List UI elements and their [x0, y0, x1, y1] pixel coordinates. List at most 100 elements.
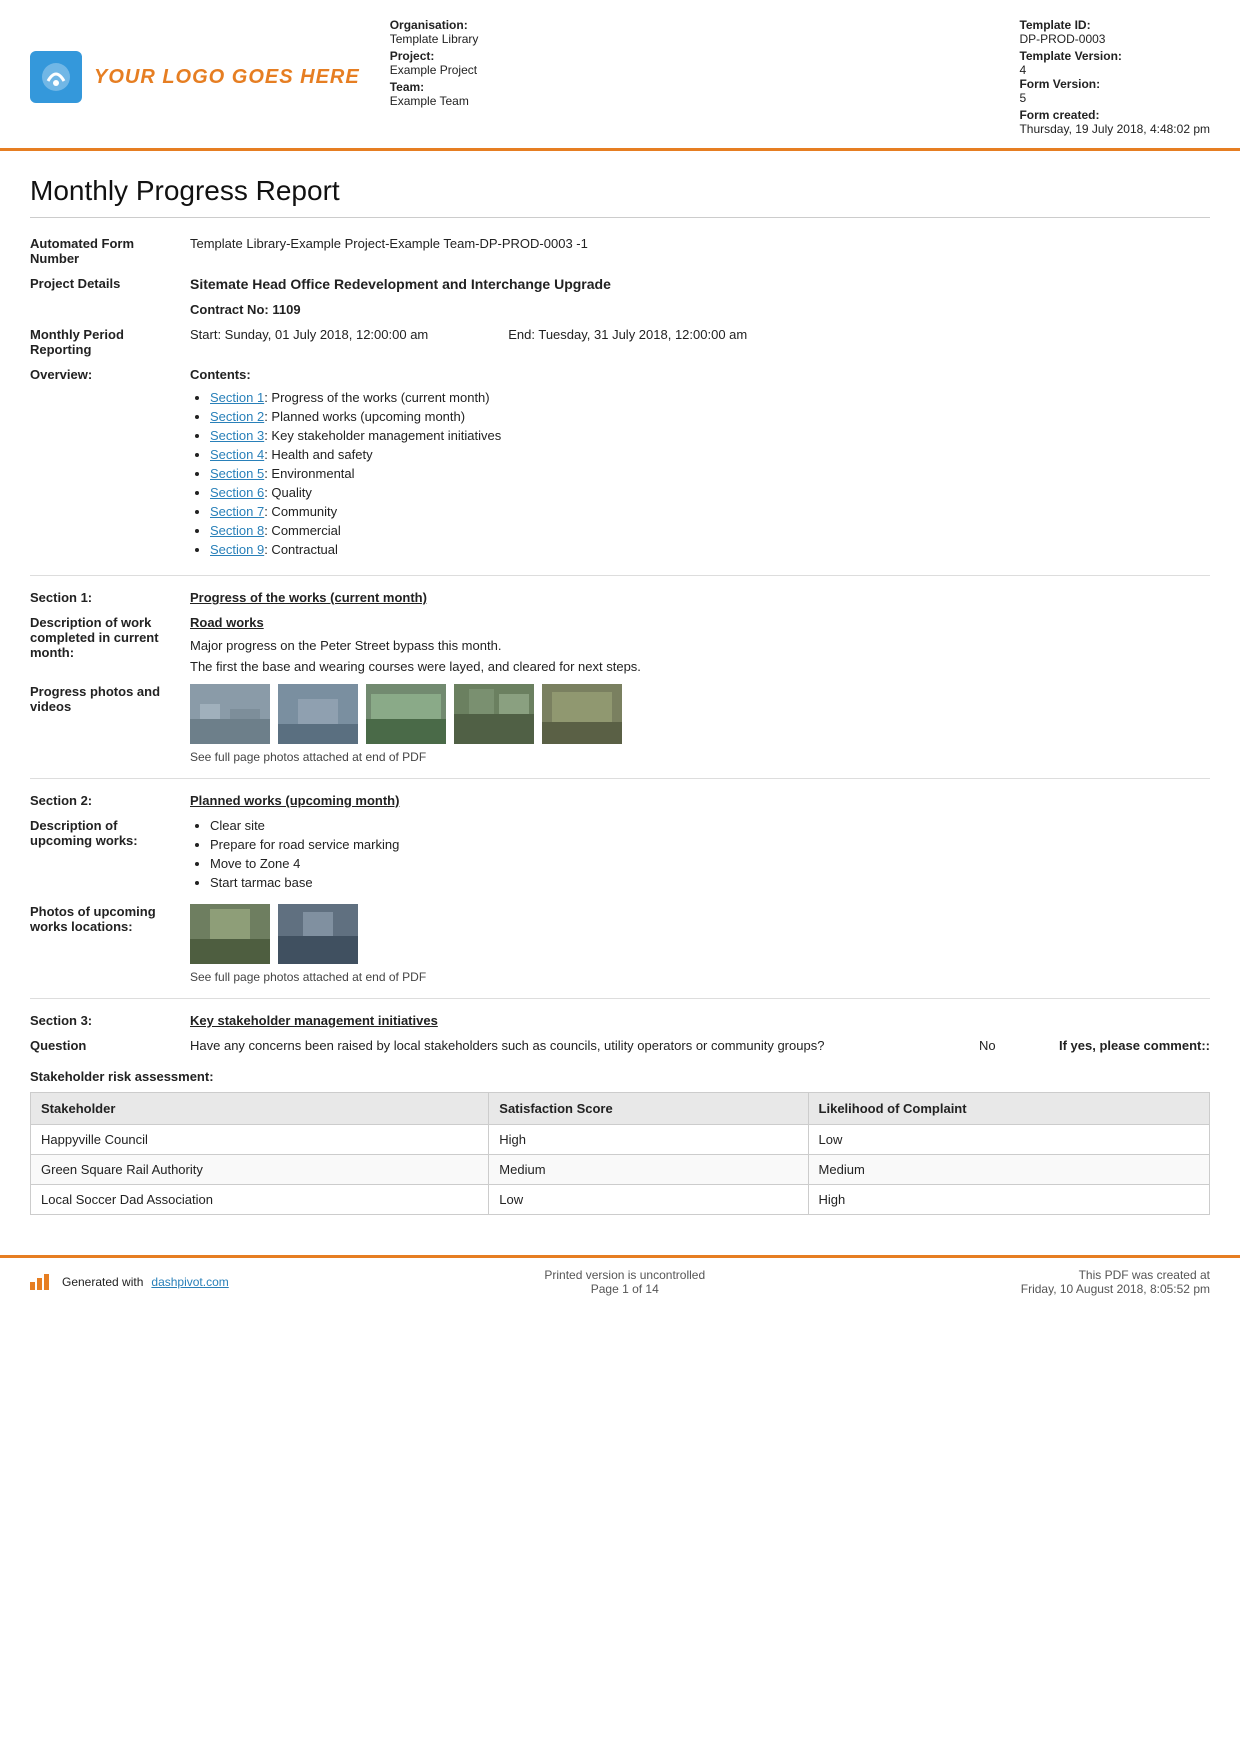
- upcoming-photos-row: [190, 904, 1210, 964]
- footer-pdf-info: This PDF was created at: [1021, 1268, 1210, 1282]
- footer-print-notice: Printed version is uncontrolled: [544, 1268, 705, 1282]
- upcoming-row: Description of upcoming works: Clear sit…: [30, 818, 1210, 894]
- list-item: Section 3: Key stakeholder management in…: [210, 428, 1210, 443]
- logo-text: YOUR LOGO GOES HERE: [94, 66, 360, 89]
- list-item: Section 5: Environmental: [210, 466, 1210, 481]
- desc-work-value: Road works Major progress on the Peter S…: [190, 615, 1210, 674]
- desc-work-heading: Road works: [190, 615, 1210, 630]
- section1-link[interactable]: Section 1: [210, 390, 264, 405]
- list-item: Clear site: [210, 818, 1210, 833]
- divider3: [30, 998, 1210, 999]
- footer-brand-link[interactable]: dashpivot.com: [151, 1275, 228, 1289]
- section6-link[interactable]: Section 6: [210, 485, 264, 500]
- likelihood-complaint: Medium: [808, 1155, 1209, 1185]
- upcoming-photos-value: See full page photos attached at end of …: [190, 904, 1210, 984]
- overview-value: Contents: Section 1: Progress of the wor…: [190, 367, 1210, 561]
- photos-caption: See full page photos attached at end of …: [190, 750, 1210, 764]
- upcoming-photos-caption: See full page photos attached at end of …: [190, 970, 1210, 984]
- section4-link[interactable]: Section 4: [210, 447, 264, 462]
- col-stakeholder: Stakeholder: [31, 1093, 489, 1125]
- desc-work-row: Description of work completed in current…: [30, 615, 1210, 674]
- photos-value: See full page photos attached at end of …: [190, 684, 1210, 764]
- desc-work-text2: The first the base and wearing courses w…: [190, 659, 1210, 674]
- contract-label: Contract No:: [190, 302, 269, 317]
- desc-work-text1: Major progress on the Peter Street bypas…: [190, 638, 1210, 653]
- table-body: Happyville Council High Low Green Square…: [31, 1125, 1210, 1215]
- list-item: Prepare for road service marking: [210, 837, 1210, 852]
- photos-row-container: Progress photos and videos: [30, 684, 1210, 764]
- section1-text: : Progress of the works (current month): [264, 390, 489, 405]
- header-meta-left: Organisation: Template Library Project: …: [390, 18, 479, 136]
- photos-label: Progress photos and videos: [30, 684, 190, 764]
- photos-row: [190, 684, 1210, 744]
- upcoming-photo-1: [190, 904, 270, 964]
- satisfaction-score: High: [489, 1125, 808, 1155]
- section1-label: Section 1:: [30, 590, 190, 605]
- upcoming-list: Clear site Prepare for road service mark…: [210, 818, 1210, 890]
- satisfaction-score: Medium: [489, 1155, 808, 1185]
- project-line: Project: Example Project: [390, 49, 479, 77]
- section8-link[interactable]: Section 8: [210, 523, 264, 538]
- project-details-label: Project Details: [30, 276, 190, 317]
- section3-link[interactable]: Section 3: [210, 428, 264, 443]
- section3-text: : Key stakeholder management initiatives: [264, 428, 501, 443]
- logo-area: YOUR LOGO GOES HERE: [30, 51, 360, 103]
- form-created-line: Form created: Thursday, 19 July 2018, 4:…: [1019, 108, 1210, 136]
- form-number-value: Template Library-Example Project-Example…: [190, 236, 1210, 266]
- footer-center: Printed version is uncontrolled Page 1 o…: [544, 1268, 705, 1296]
- contents-list: Section 1: Progress of the works (curren…: [210, 390, 1210, 557]
- section5-text: : Environmental: [264, 466, 354, 481]
- col-likelihood: Likelihood of Complaint: [808, 1093, 1209, 1125]
- section6-text: : Quality: [264, 485, 312, 500]
- section5-link[interactable]: Section 5: [210, 466, 264, 481]
- section2-heading-val: Planned works (upcoming month): [190, 793, 1210, 808]
- section1-heading-val: Progress of the works (current month): [190, 590, 1210, 605]
- contents-heading: Contents:: [190, 367, 1210, 382]
- section4-text: : Health and safety: [264, 447, 372, 462]
- org-line: Organisation: Template Library: [390, 18, 479, 46]
- photo-svg-2: [278, 684, 358, 744]
- section1-row: Section 1: Progress of the works (curren…: [30, 590, 1210, 605]
- section2-link[interactable]: Section 2: [210, 409, 264, 424]
- overview-row: Overview: Contents: Section 1: Progress …: [30, 367, 1210, 561]
- stakeholder-table: Stakeholder Satisfaction Score Likelihoo…: [30, 1092, 1210, 1215]
- project-details-row: Project Details Sitemate Head Office Red…: [30, 276, 1210, 317]
- upcoming-value: Clear site Prepare for road service mark…: [190, 818, 1210, 894]
- table-header-row: Stakeholder Satisfaction Score Likelihoo…: [31, 1093, 1210, 1125]
- upcoming-label: Description of upcoming works:: [30, 818, 190, 894]
- logo-box: [30, 51, 82, 103]
- list-item: Move to Zone 4: [210, 856, 1210, 871]
- table-row: Green Square Rail Authority Medium Mediu…: [31, 1155, 1210, 1185]
- list-item: Section 7: Community: [210, 504, 1210, 519]
- upcoming-photo-svg-2: [278, 904, 358, 964]
- likelihood-complaint: Low: [808, 1125, 1209, 1155]
- period-value: Start: Sunday, 01 July 2018, 12:00:00 am…: [190, 327, 1210, 357]
- contract-line: Contract No: 1109: [190, 302, 1210, 317]
- section2-row: Section 2: Planned works (upcoming month…: [30, 793, 1210, 808]
- section2-text: : Planned works (upcoming month): [264, 409, 465, 424]
- section1-heading: Progress of the works (current month): [190, 590, 427, 605]
- question-text: Have any concerns been raised by local s…: [190, 1038, 979, 1053]
- photo-thumb-4: [454, 684, 534, 744]
- version-line: Template Version: 4 Form Version: 5: [1019, 49, 1210, 105]
- upcoming-photos-container: Photos of upcoming works locations:: [30, 904, 1210, 984]
- template-id-line: Template ID: DP-PROD-0003: [1019, 18, 1210, 46]
- section3-heading-val: Key stakeholder management initiatives: [190, 1013, 1210, 1028]
- footer-pdf-date: Friday, 10 August 2018, 8:05:52 pm: [1021, 1282, 1210, 1296]
- table-head: Stakeholder Satisfaction Score Likelihoo…: [31, 1093, 1210, 1125]
- satisfaction-score: Low: [489, 1185, 808, 1215]
- section3-heading: Key stakeholder management initiatives: [190, 1013, 438, 1028]
- stakeholder-heading: Stakeholder risk assessment:: [30, 1069, 1210, 1084]
- list-item: Section 2: Planned works (upcoming month…: [210, 409, 1210, 424]
- photo-thumb-5: [542, 684, 622, 744]
- list-item: Start tarmac base: [210, 875, 1210, 890]
- table-row: Local Soccer Dad Association Low High: [31, 1185, 1210, 1215]
- question-label: Question: [30, 1038, 190, 1053]
- photo-svg-4: [454, 684, 534, 744]
- section3-row: Section 3: Key stakeholder management in…: [30, 1013, 1210, 1028]
- divider1: [30, 575, 1210, 576]
- section2-heading: Planned works (upcoming month): [190, 793, 399, 808]
- photo-svg-3: [366, 684, 446, 744]
- section7-link[interactable]: Section 7: [210, 504, 264, 519]
- section9-link[interactable]: Section 9: [210, 542, 264, 557]
